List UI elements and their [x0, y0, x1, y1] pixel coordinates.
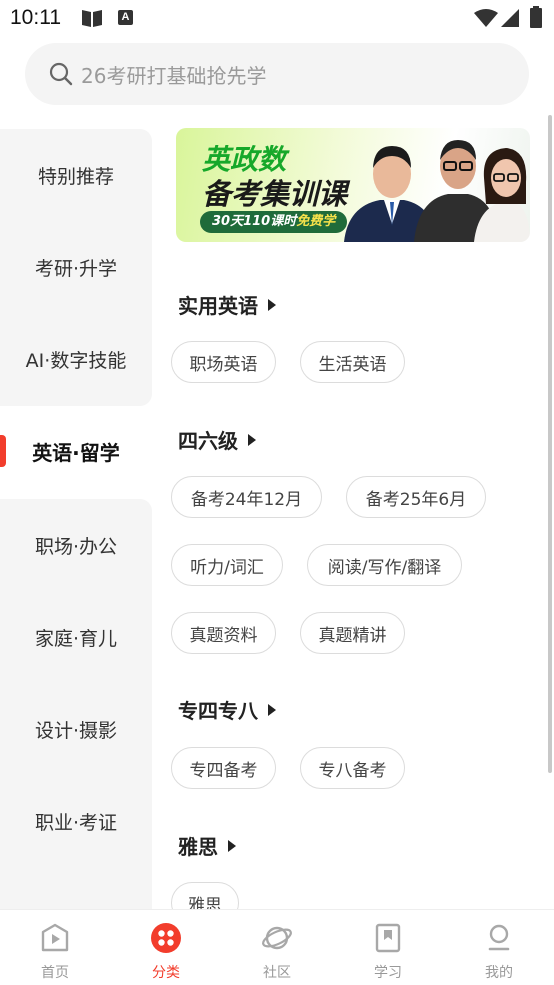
chip-tem4[interactable]: 专四备考 — [171, 747, 276, 789]
nav-home[interactable]: 首页 — [0, 910, 110, 985]
search-icon — [49, 62, 73, 86]
book-icon — [82, 10, 102, 27]
sidebar-item-special[interactable]: 特别推荐 — [0, 129, 152, 221]
nav-profile[interactable]: 我的 — [444, 910, 554, 985]
section-title-tem[interactable]: 专四专八 — [178, 695, 276, 724]
sidebar-item-ai[interactable]: AI·数字技能 — [0, 313, 152, 405]
profile-icon — [488, 924, 510, 951]
nav-profile-label: 我的 — [485, 965, 513, 981]
sidebar-item-design[interactable]: 设计·摄影 — [0, 683, 152, 775]
triangle-right-icon — [268, 298, 276, 311]
promo-banner[interactable]: 英政数 备考集训课 30天110课时免费学 — [176, 128, 530, 242]
chip-tem8[interactable]: 专八备考 — [300, 747, 405, 789]
category-sidebar: 特别推荐 考研·升学 AI·数字技能 英语·留学 职场·办公 家庭·育儿 设计·… — [0, 129, 152, 909]
section-title-cet[interactable]: 四六级 — [178, 425, 256, 454]
chip-cet-2412[interactable]: 备考24年12月 — [171, 476, 322, 518]
sidebar-item-kaoyan[interactable]: 考研·升学 — [0, 221, 152, 313]
nav-home-label: 首页 — [41, 965, 69, 981]
triangle-right-icon — [248, 433, 256, 446]
nav-community[interactable]: 社区 — [222, 910, 332, 985]
bottom-nav: 首页 分类 社区 学习 我的 — [0, 909, 554, 985]
triangle-right-icon — [228, 839, 236, 852]
wifi-icon — [474, 9, 498, 27]
chip-listening-vocab[interactable]: 听力/词汇 — [171, 544, 283, 586]
battery-icon — [530, 6, 542, 28]
search-placeholder: 26考研打基础抢先学 — [81, 64, 267, 88]
chip-workplace-english[interactable]: 职场英语 — [171, 341, 276, 383]
nav-category[interactable]: 分类 — [111, 910, 221, 985]
planet-icon — [262, 926, 292, 950]
a-icon: A — [118, 10, 133, 25]
banner-title-line2: 备考集训课 — [202, 177, 348, 211]
search-bar[interactable]: 26考研打基础抢先学 — [25, 43, 529, 105]
nav-category-label: 分类 — [152, 965, 180, 981]
sidebar-item-english[interactable]: 英语·留学 — [0, 405, 152, 497]
chip-reading-writing[interactable]: 阅读/写作/翻译 — [307, 544, 462, 586]
banner-tag: 30天110课时免费学 — [200, 211, 348, 233]
category-icon — [151, 923, 181, 953]
nav-study[interactable]: 学习 — [333, 910, 443, 985]
section-title-practical-english[interactable]: 实用英语 — [178, 290, 276, 319]
triangle-right-icon — [268, 703, 276, 716]
nav-community-label: 社区 — [263, 965, 291, 981]
bookmark-icon — [375, 923, 401, 953]
chip-cet-2506[interactable]: 备考25年6月 — [346, 476, 486, 518]
status-bar: 10:11 A — [0, 0, 554, 38]
scrollbar[interactable] — [548, 115, 552, 773]
chip-life-english[interactable]: 生活英语 — [300, 341, 405, 383]
chip-paper-analysis[interactable]: 真题精讲 — [300, 612, 405, 654]
signal-icon — [501, 9, 519, 27]
sidebar-item-family[interactable]: 家庭·育儿 — [0, 591, 152, 683]
teachers-image — [344, 140, 530, 242]
home-play-icon — [41, 923, 69, 952]
sidebar-item-workplace[interactable]: 职场·办公 — [0, 499, 152, 591]
nav-study-label: 学习 — [374, 965, 402, 981]
sidebar-item-cert[interactable]: 职业·考证 — [0, 775, 152, 867]
status-time: 10:11 — [10, 6, 61, 29]
chip-past-papers[interactable]: 真题资料 — [171, 612, 276, 654]
section-title-ielts[interactable]: 雅思 — [178, 831, 236, 860]
